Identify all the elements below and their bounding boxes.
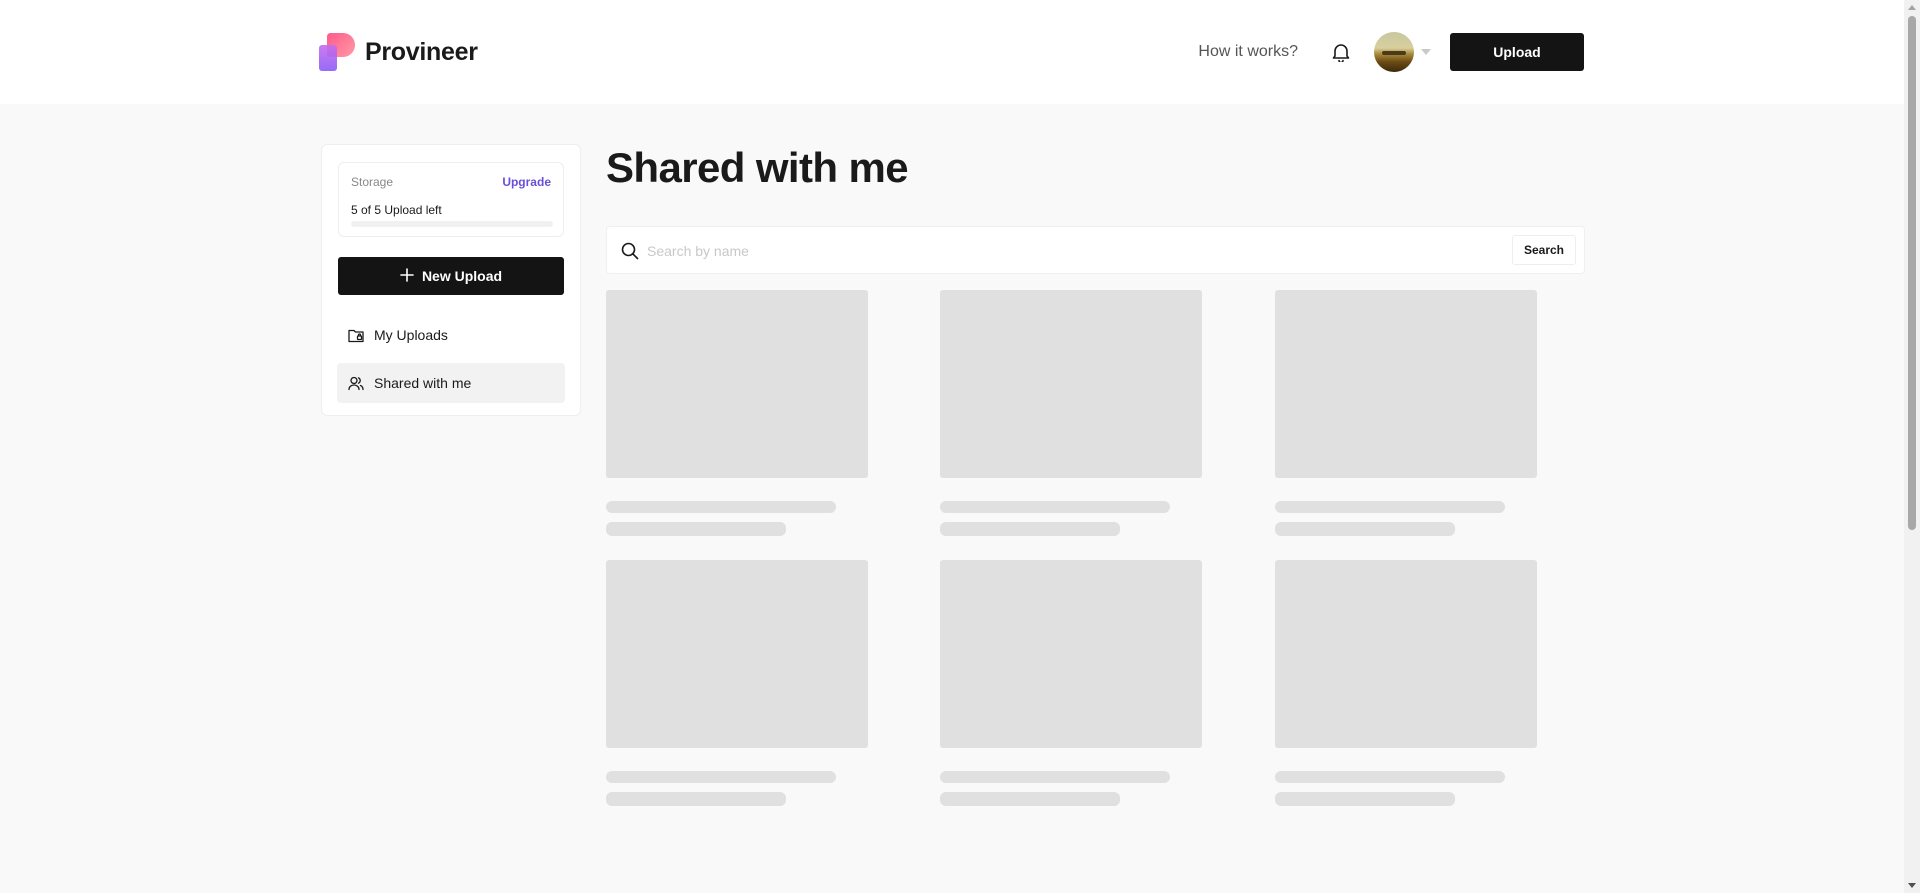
upload-button[interactable]: Upload <box>1450 33 1584 71</box>
skeleton-card <box>940 290 1202 536</box>
skeleton-card <box>606 560 868 806</box>
skeleton-thumbnail <box>606 290 868 478</box>
sidebar-item-label: Shared with me <box>374 375 472 391</box>
storage-label: Storage <box>351 175 394 189</box>
uploads-left-text: 5 of 5 Upload left <box>351 203 442 217</box>
header-inner: Provineer How it works? Upload <box>319 0 1584 104</box>
sidebar: Storage Upgrade 5 of 5 Upload left New U… <box>321 144 581 416</box>
skeleton-subtitle-line <box>606 522 786 536</box>
storage-progress-bar <box>351 221 553 227</box>
new-upload-label: New Upload <box>421 268 503 284</box>
skeleton-subtitle-line <box>940 792 1120 806</box>
sidebar-item-shared-with-me[interactable]: Shared with me <box>337 363 565 403</box>
scroll-up-arrow-icon[interactable] <box>1908 5 1916 10</box>
skeleton-thumbnail <box>940 560 1202 748</box>
top-header: Provineer How it works? Upload <box>0 0 1904 104</box>
skeleton-title-line <box>1275 501 1505 513</box>
avatar[interactable] <box>1374 32 1414 72</box>
search-input[interactable] <box>647 237 1507 265</box>
new-upload-button[interactable]: New Upload <box>338 257 564 295</box>
skeleton-subtitle-line <box>1275 522 1455 536</box>
search-button[interactable]: Search <box>1512 235 1576 265</box>
sidebar-item-label: My Uploads <box>374 327 448 343</box>
skeleton-title-line <box>1275 771 1505 783</box>
folder-icon <box>348 327 364 343</box>
skeleton-title-line <box>606 771 836 783</box>
brand-name: Provineer <box>365 37 478 66</box>
skeleton-card <box>1275 560 1537 806</box>
scrollbar-thumb[interactable] <box>1908 16 1916 530</box>
skeleton-thumbnail <box>940 290 1202 478</box>
skeleton-card <box>1275 290 1537 536</box>
storage-card: Storage Upgrade 5 of 5 Upload left <box>338 162 564 237</box>
skeleton-subtitle-line <box>606 792 786 806</box>
users-icon <box>348 375 364 391</box>
skeleton-thumbnail <box>1275 560 1537 748</box>
skeleton-thumbnail <box>1275 290 1537 478</box>
header-actions: How it works? Upload <box>1198 32 1584 72</box>
how-it-works-link[interactable]: How it works? <box>1198 43 1298 61</box>
upgrade-link[interactable]: Upgrade <box>502 175 551 189</box>
page-title: Shared with me <box>606 144 909 191</box>
skeleton-thumbnail <box>606 560 868 748</box>
bell-icon[interactable] <box>1330 41 1352 63</box>
sidebar-item-my-uploads[interactable]: My Uploads <box>337 315 565 355</box>
user-menu[interactable] <box>1374 32 1431 72</box>
search-bar: Search <box>606 226 1585 274</box>
plus-icon <box>400 267 414 285</box>
provineer-logo-icon <box>319 33 355 71</box>
brand[interactable]: Provineer <box>319 33 478 71</box>
skeleton-card <box>940 560 1202 806</box>
skeleton-subtitle-line <box>940 522 1120 536</box>
skeleton-title-line <box>606 501 836 513</box>
skeleton-subtitle-line <box>1275 792 1455 806</box>
scroll-down-arrow-icon[interactable] <box>1908 883 1916 888</box>
skeleton-card <box>606 290 868 536</box>
skeleton-title-line <box>940 771 1170 783</box>
scrollbar[interactable] <box>1904 0 1920 893</box>
skeleton-title-line <box>940 501 1170 513</box>
search-icon <box>621 242 639 260</box>
chevron-down-icon[interactable] <box>1421 49 1431 55</box>
